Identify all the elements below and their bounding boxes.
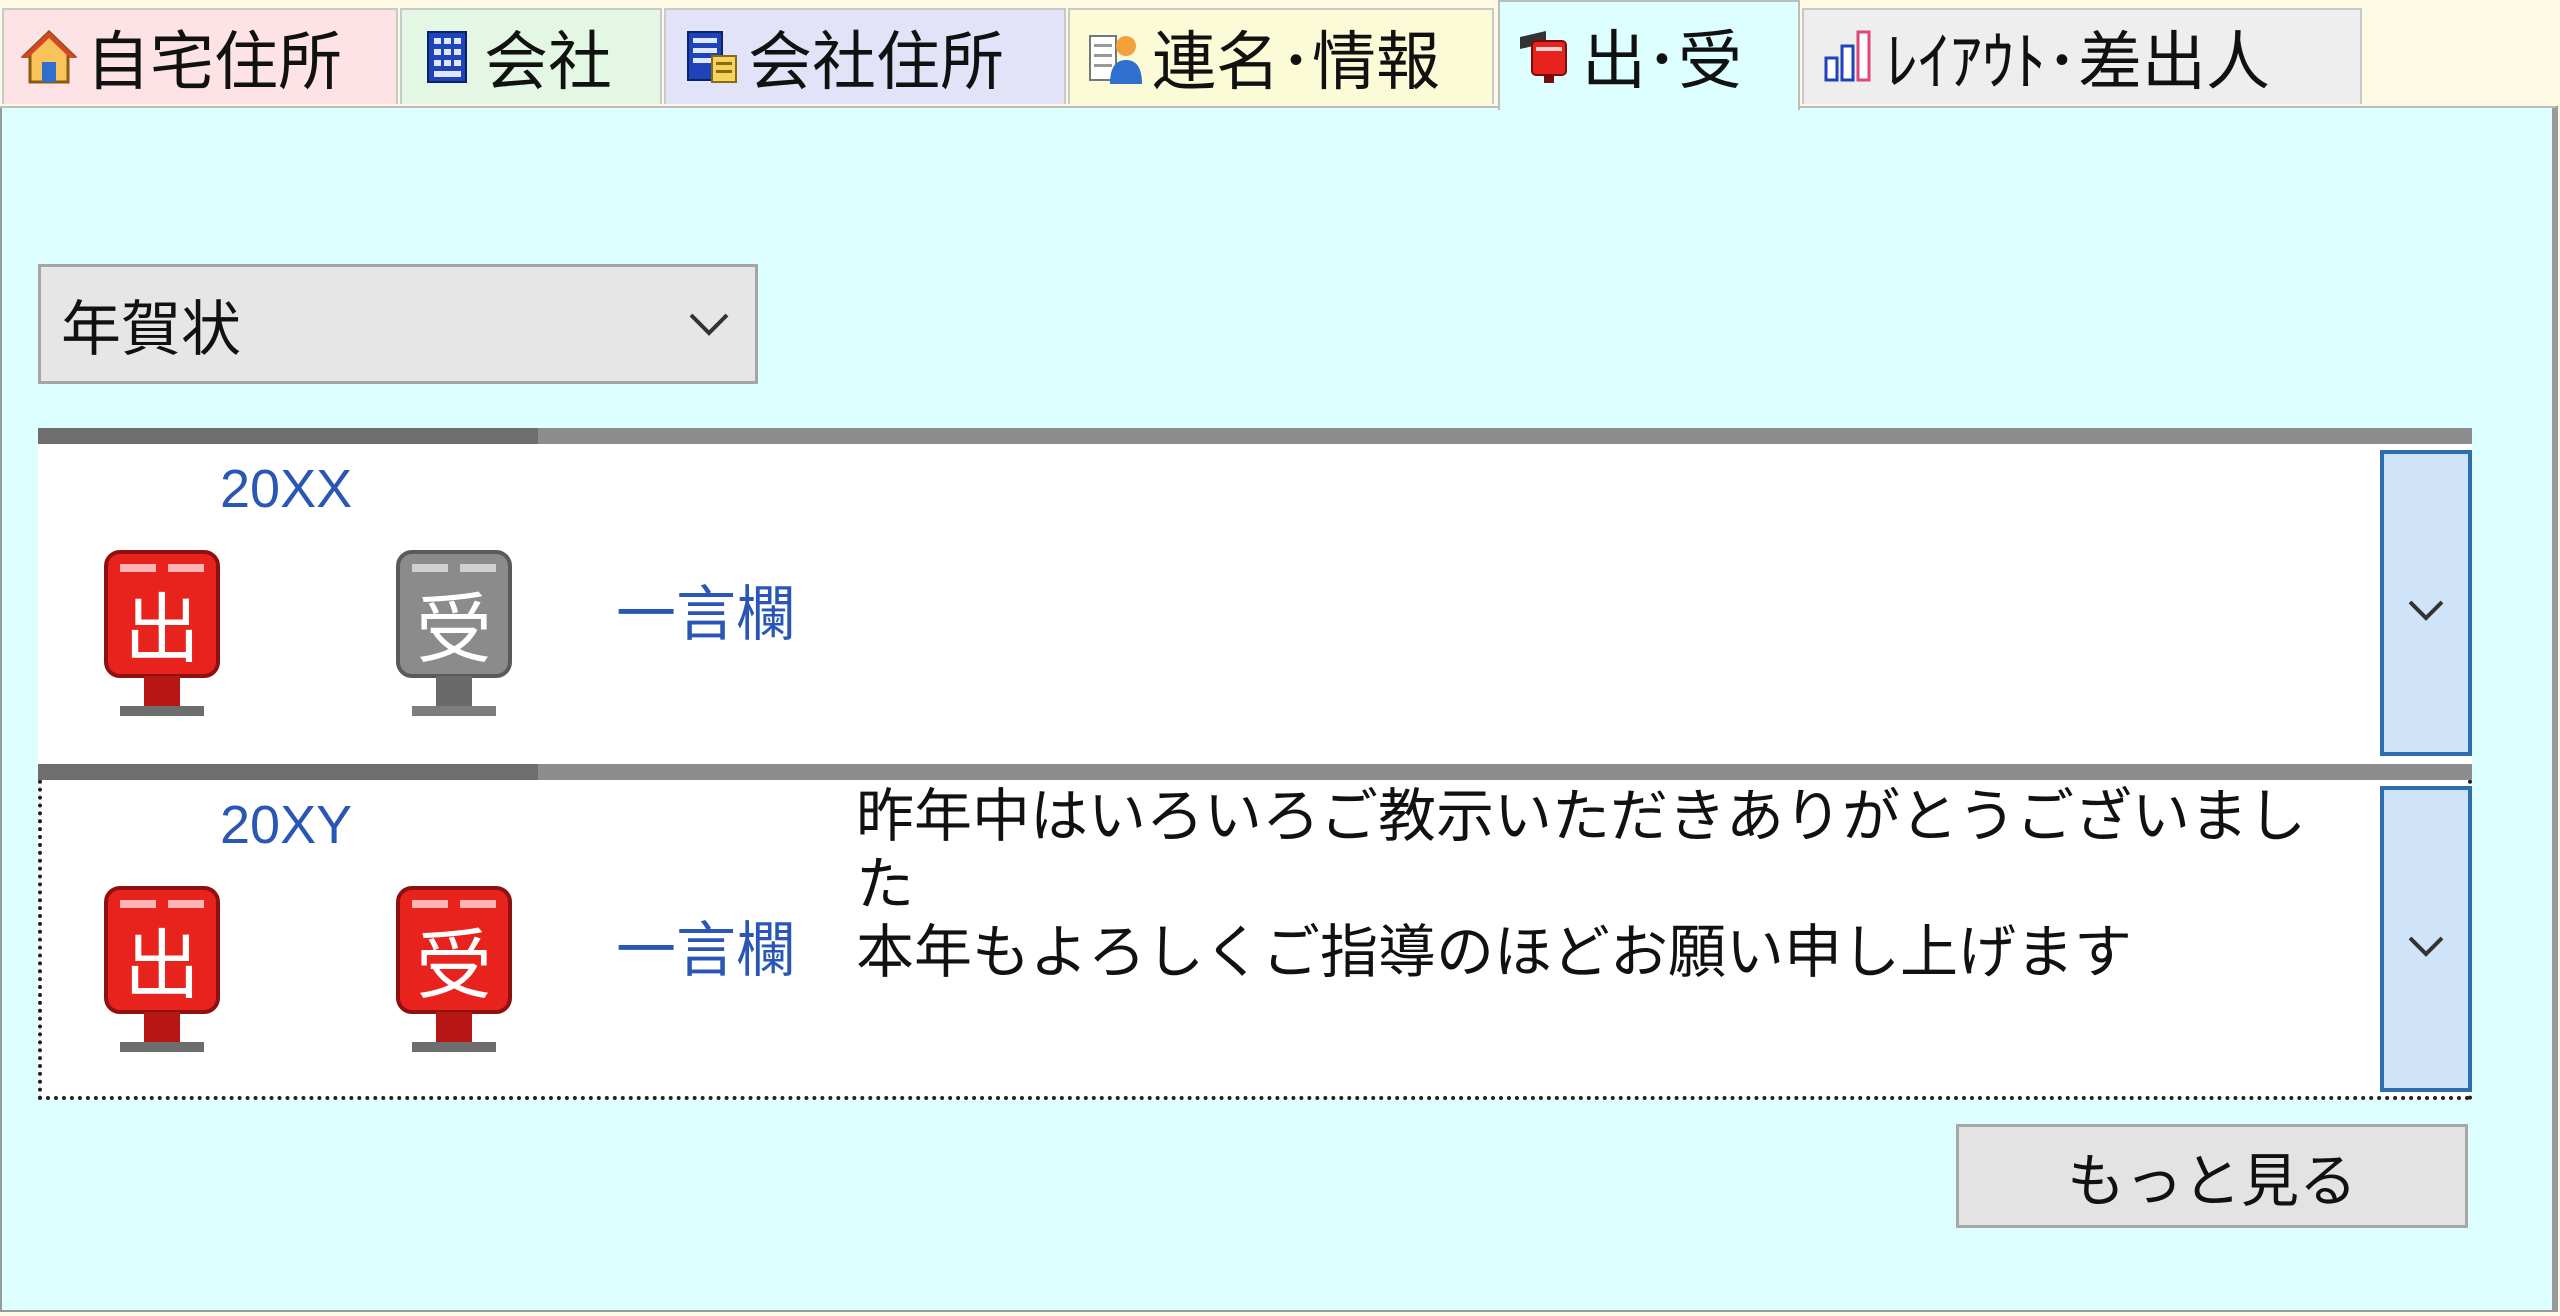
tab-label: 出･受	[1582, 25, 1742, 99]
mailbox-icon	[1520, 31, 1567, 83]
tab-joint-names-info[interactable]: 連名･情報	[1068, 8, 1494, 104]
sent-stamp-icon[interactable]: 出	[100, 548, 224, 728]
chevron-down-icon	[2408, 600, 2444, 621]
layout-chart-icon	[1824, 30, 1871, 82]
received-stamp-icon[interactable]: 受	[392, 548, 516, 728]
row-separator	[38, 764, 2472, 780]
expand-record-button[interactable]	[2380, 450, 2472, 756]
comment-field-label[interactable]: 一言欄	[616, 566, 796, 653]
tab-home-address[interactable]: 自宅住所	[2, 8, 398, 104]
house-icon	[20, 29, 78, 84]
panel-top-border	[0, 106, 2556, 108]
sent-stamp-icon[interactable]: 出	[100, 884, 224, 1064]
company-address-icon	[687, 31, 737, 83]
tab-label: ﾚｲｱｳﾄ･差出人	[1886, 26, 2270, 100]
tab-label: 会社住所	[748, 26, 1004, 100]
tab-layout-sender[interactable]: ﾚｲｱｳﾄ･差出人	[1802, 8, 2362, 104]
show-more-label: もっと見る	[2066, 1147, 2357, 1215]
comment-field-label[interactable]: 一言欄	[616, 902, 796, 989]
tab-label: 会社	[484, 26, 612, 100]
comment-text: 昨年中はいろいろご教示いただきありがとうございました 本年もよろしくご指導のほど…	[856, 782, 2307, 986]
show-more-button[interactable]: もっと見る	[1956, 1124, 2468, 1228]
category-select-value: 年賀状	[61, 294, 241, 365]
tab-label: 自宅住所	[86, 26, 342, 100]
chevron-down-icon	[2408, 936, 2444, 957]
panel-right-border	[2552, 106, 2558, 1312]
stamp-label: 受	[416, 585, 492, 674]
record-year: 20XY	[220, 795, 353, 855]
expand-record-button[interactable]	[2380, 786, 2472, 1092]
received-stamp-icon[interactable]: 受	[392, 884, 516, 1064]
history-record-row[interactable]: 20XY 出 受 一言欄 昨年中はいろいろご教示いただきありがとうございました …	[38, 764, 2472, 1100]
record-year: 20XX	[220, 459, 353, 519]
chevron-down-icon	[689, 313, 729, 336]
tab-company-address[interactable]: 会社住所	[664, 8, 1066, 104]
stamp-label: 出	[124, 921, 200, 1010]
tab-sent-received[interactable]: 出･受	[1498, 0, 1800, 110]
stamp-label: 出	[124, 585, 200, 674]
tab-company[interactable]: 会社	[400, 8, 662, 104]
row-separator	[38, 428, 2472, 444]
history-record-row[interactable]: 20XX 出 受 一言欄	[38, 428, 2472, 764]
history-list: 20XX 出 受 一言欄 20XY 出 受 一言欄 昨年中はいろいろご教示いただ…	[38, 428, 2472, 1100]
person-info-icon	[1089, 35, 1142, 84]
tab-label: 連名･情報	[1152, 26, 1440, 100]
category-select[interactable]: 年賀状	[38, 264, 758, 384]
building-icon	[427, 31, 467, 83]
tab-bar: 自宅住所 会社 会社住所 連名･情報 出･受 ﾚｲｱｳﾄ･差出人	[0, 0, 2560, 110]
stamp-label: 受	[416, 921, 492, 1010]
